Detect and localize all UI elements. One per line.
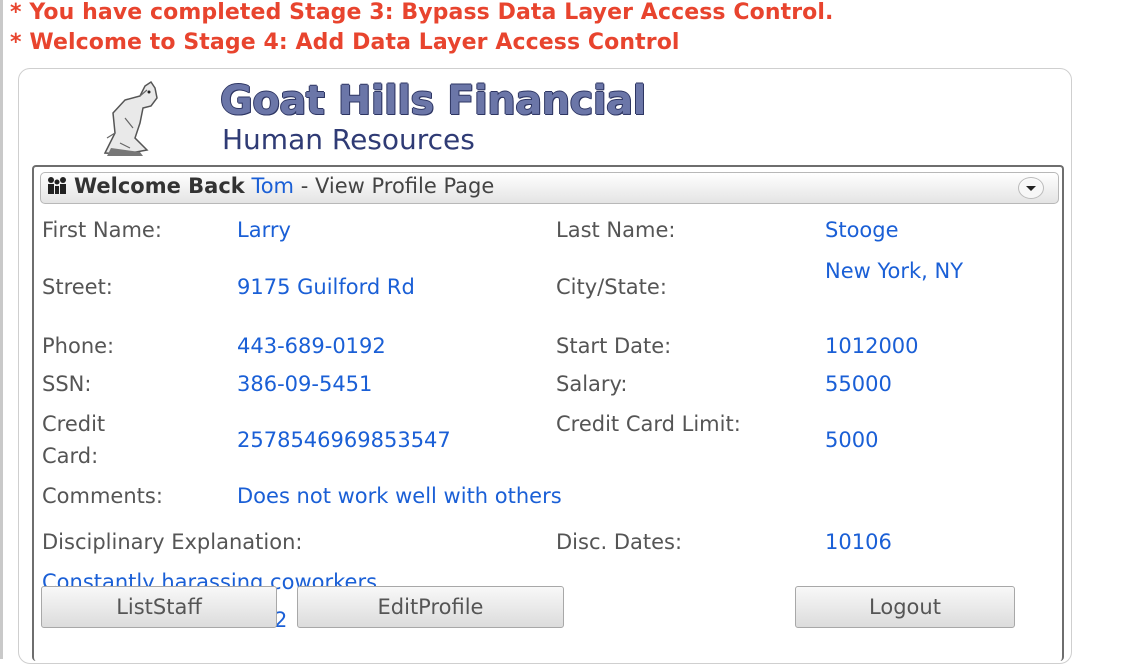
- last-name-label: Last Name:: [556, 218, 676, 242]
- credit-limit-value: 5000: [825, 428, 879, 452]
- credit-card-value: 2578546969853547: [237, 428, 451, 452]
- start-date-label: Start Date:: [556, 334, 672, 358]
- disc-dates-value: 10106: [825, 530, 892, 554]
- ssn-label: SSN:: [42, 372, 92, 396]
- stage-welcome-message: * Welcome to Stage 4: Add Data Layer Acc…: [10, 30, 680, 55]
- credit-limit-label: Credit Card Limit:: [556, 412, 741, 436]
- ssn-value: 386-09-5451: [237, 372, 373, 396]
- goat-logo-icon: [103, 80, 158, 156]
- street-label: Street:: [42, 275, 113, 299]
- people-icon: [48, 177, 66, 194]
- page-text: - View Profile Page: [300, 174, 495, 198]
- comments-label: Comments:: [42, 484, 163, 508]
- chevron-down-icon[interactable]: [1018, 177, 1044, 199]
- company-subtitle: Human Resources: [222, 123, 475, 156]
- first-name-label: First Name:: [42, 218, 162, 242]
- logout-button[interactable]: Logout: [795, 586, 1015, 628]
- welcome-text: Welcome Back: [74, 174, 245, 198]
- street-value: 9175 Guilford Rd: [237, 275, 415, 299]
- company-name: Goat Hills Financial: [220, 78, 646, 124]
- salary-label: Salary:: [556, 372, 628, 396]
- edit-profile-button[interactable]: EditProfile: [297, 586, 564, 628]
- phone-label: Phone:: [42, 334, 115, 358]
- start-date-value: 1012000: [825, 334, 919, 358]
- panel-title: Welcome Back Tom - View Profile Page: [74, 174, 494, 198]
- credit-card-label: Credit Card:: [42, 412, 106, 468]
- comments-value: Does not work well with others: [237, 484, 562, 508]
- city-state-value: New York, NY: [825, 259, 964, 283]
- last-name-value: Stooge: [825, 218, 899, 242]
- list-staff-button[interactable]: ListStaff: [41, 586, 277, 628]
- phone-value: 443-689-0192: [237, 334, 386, 358]
- salary-value: 55000: [825, 372, 892, 396]
- stage-complete-message: * You have completed Stage 3: Bypass Dat…: [10, 0, 834, 25]
- left-border: [0, 0, 3, 659]
- first-name-value: Larry: [237, 218, 291, 242]
- disciplinary-label: Disciplinary Explanation:: [42, 530, 303, 554]
- city-state-label: City/State:: [556, 275, 667, 299]
- user-name: Tom: [251, 174, 295, 198]
- disc-dates-label: Disc. Dates:: [556, 530, 683, 554]
